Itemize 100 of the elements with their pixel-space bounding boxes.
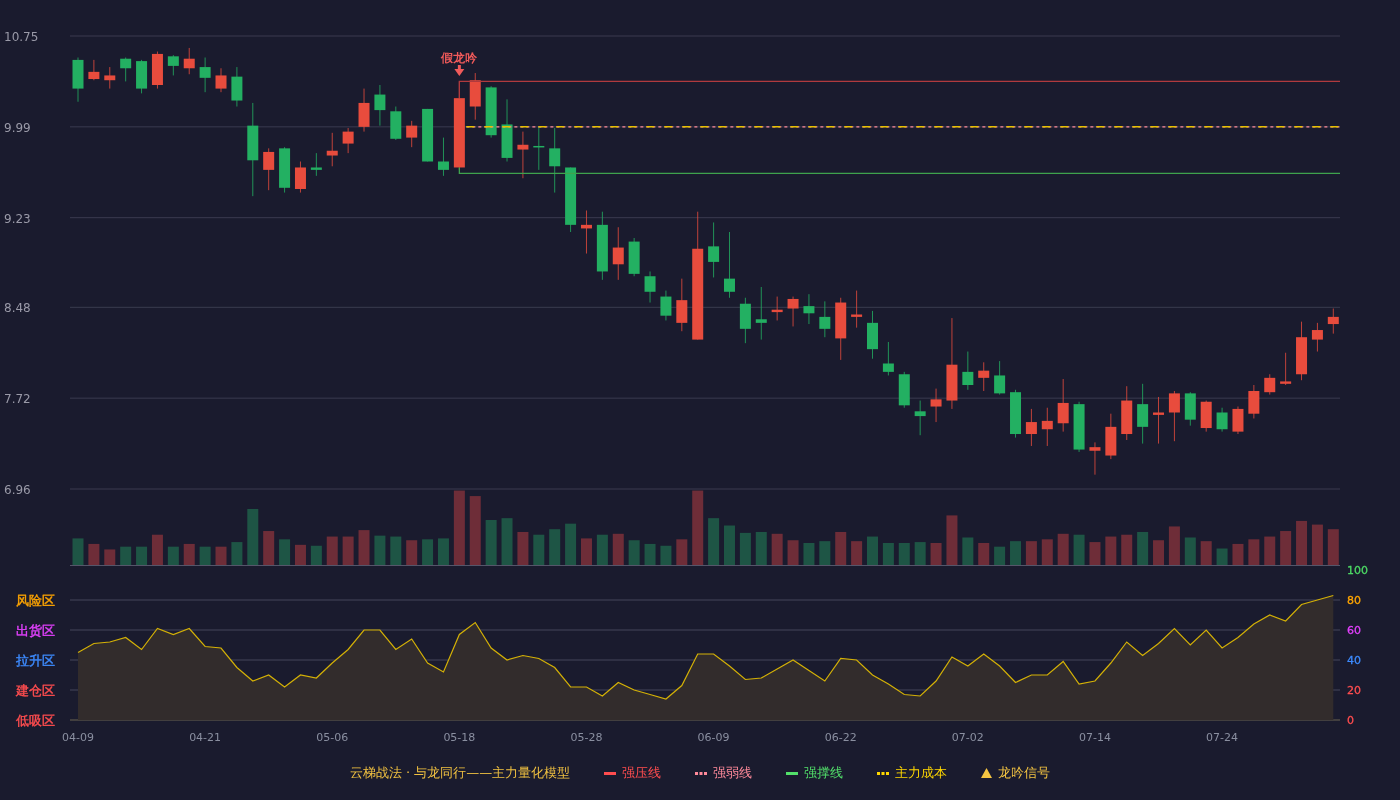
candlestick bbox=[962, 351, 974, 391]
candlestick bbox=[183, 47, 195, 75]
axis-label: 100 bbox=[1347, 564, 1368, 577]
candlestick bbox=[72, 57, 84, 103]
axis-label: 80 bbox=[1347, 594, 1361, 607]
volume-bar bbox=[1232, 543, 1244, 566]
volume-bar bbox=[358, 530, 370, 566]
axis-label: 05-18 bbox=[443, 731, 476, 744]
volume-bar bbox=[644, 543, 656, 566]
candlestick bbox=[310, 152, 322, 177]
legend-label[interactable]: 龙吟信号 bbox=[998, 764, 1051, 782]
candlestick bbox=[1057, 378, 1069, 433]
candlestick bbox=[1105, 413, 1117, 460]
volume-bar bbox=[1311, 524, 1323, 566]
candlestick bbox=[422, 108, 434, 162]
volume-bar bbox=[628, 540, 640, 566]
volume-bar bbox=[1280, 531, 1292, 566]
volume-bar bbox=[835, 531, 847, 566]
volume-bar bbox=[1153, 540, 1164, 566]
axis-label: 04-21 bbox=[189, 731, 222, 744]
candlestick bbox=[628, 237, 640, 277]
candlestick bbox=[517, 131, 529, 179]
candlestick bbox=[755, 286, 767, 341]
volume-bar bbox=[1248, 539, 1260, 566]
axis-label: 07-24 bbox=[1206, 731, 1239, 744]
candlestick bbox=[1280, 352, 1292, 386]
volume-bar bbox=[803, 543, 815, 566]
candlestick bbox=[882, 341, 894, 376]
candlestick bbox=[867, 310, 878, 360]
legend-label[interactable]: 强撑线 bbox=[804, 764, 844, 782]
candlestick bbox=[1073, 401, 1085, 453]
candlestick bbox=[898, 371, 910, 409]
candlestick bbox=[406, 120, 418, 148]
candlestick bbox=[1264, 373, 1276, 396]
axis-label: 06-09 bbox=[697, 731, 730, 744]
candlestick bbox=[1311, 322, 1323, 353]
volume-bar bbox=[994, 546, 1006, 566]
volume-bar bbox=[167, 546, 179, 566]
candlestick bbox=[1089, 441, 1101, 476]
candlestick bbox=[930, 388, 942, 423]
candlestick bbox=[739, 297, 751, 344]
legend-title: 云梯战法 · 与龙同行——主力量化模型 bbox=[349, 764, 571, 782]
axis-label: 07-14 bbox=[1079, 731, 1111, 744]
candlestick bbox=[1010, 389, 1021, 439]
volume-bar bbox=[501, 518, 513, 566]
legend-label[interactable]: 主力成本 bbox=[895, 764, 948, 782]
volume-bar bbox=[930, 543, 942, 566]
volume-bar bbox=[867, 536, 878, 566]
volume-bar bbox=[1327, 529, 1339, 566]
volume-bar bbox=[914, 542, 926, 566]
volume-bar bbox=[485, 520, 497, 566]
volume-bar bbox=[136, 546, 148, 566]
volume-bar bbox=[231, 542, 243, 566]
volume-bar bbox=[120, 546, 132, 566]
signal-label: 假龙吟 bbox=[441, 51, 478, 65]
volume-bar bbox=[1264, 536, 1276, 566]
legend-label[interactable]: 强压线 bbox=[622, 764, 662, 782]
axis-label: 20 bbox=[1347, 684, 1361, 697]
volume-bar bbox=[422, 539, 434, 566]
candlestick bbox=[501, 98, 513, 162]
volume-bar bbox=[962, 537, 974, 566]
volume-bar bbox=[294, 544, 306, 566]
axis-label: 60 bbox=[1347, 624, 1361, 637]
axis-label: 40 bbox=[1347, 654, 1361, 667]
volume-bar bbox=[1057, 533, 1069, 566]
candlestick bbox=[104, 66, 116, 90]
candlestick bbox=[390, 106, 402, 141]
candlestick bbox=[151, 51, 163, 90]
candlestick bbox=[358, 88, 370, 133]
volume-bar bbox=[1137, 531, 1149, 566]
candlestick bbox=[1327, 308, 1339, 335]
candlestick bbox=[1041, 407, 1053, 447]
axis-label: 0 bbox=[1347, 714, 1354, 727]
candlestick bbox=[533, 126, 545, 171]
legend-label[interactable]: 强弱线 bbox=[713, 764, 753, 782]
candlestick bbox=[803, 293, 815, 325]
axis-label: 9.99 bbox=[4, 120, 31, 135]
axis-label: 9.23 bbox=[4, 211, 31, 226]
volume-bar bbox=[263, 531, 275, 566]
volume-bar bbox=[469, 496, 481, 566]
zone-label: 出货区 bbox=[16, 623, 55, 638]
candlestick bbox=[231, 66, 243, 107]
volume-bar bbox=[342, 536, 354, 566]
volume-bar bbox=[787, 540, 799, 566]
candlestick bbox=[326, 132, 338, 167]
volume-bar bbox=[1073, 534, 1085, 566]
candlestick bbox=[660, 290, 672, 321]
candlestick bbox=[1248, 384, 1260, 419]
candlestick bbox=[835, 297, 847, 361]
candlestick bbox=[1184, 391, 1196, 427]
zone-label: 风险区 bbox=[16, 593, 55, 608]
candlestick bbox=[994, 360, 1006, 396]
volume-bar bbox=[374, 535, 386, 566]
volume-bar bbox=[676, 539, 688, 566]
axis-label: 05-06 bbox=[316, 731, 349, 744]
volume-bar bbox=[1041, 539, 1053, 566]
volume-bar bbox=[406, 540, 418, 566]
volume-bar bbox=[326, 536, 338, 566]
candlestick bbox=[1296, 321, 1308, 381]
volume-bar bbox=[215, 546, 227, 566]
